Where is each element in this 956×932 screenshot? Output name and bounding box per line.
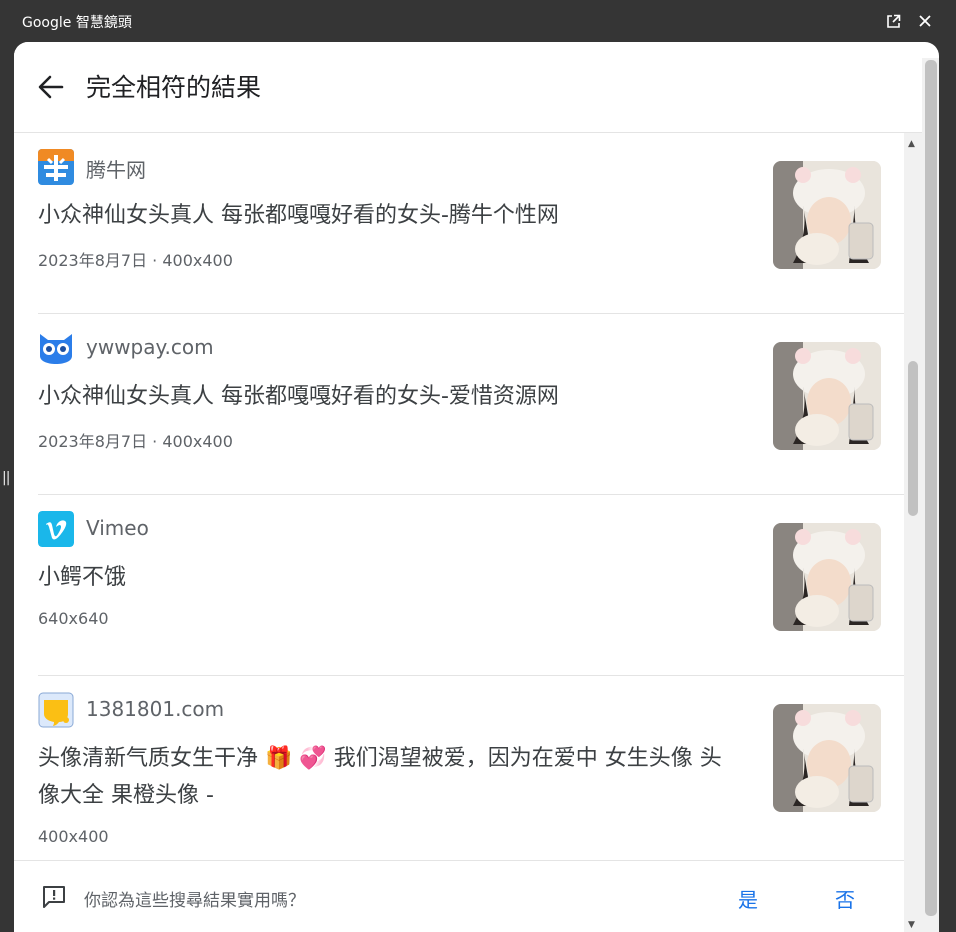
back-arrow-icon[interactable] (36, 72, 66, 102)
result-meta: 400x400 (38, 827, 109, 846)
result-thumbnail[interactable] (773, 523, 881, 631)
scroll-up-arrow-icon[interactable]: ▲ (908, 139, 915, 149)
result-meta: 2023年8月7日 · 400x400 (38, 432, 233, 451)
result-title[interactable]: 头像清新气质女生干净 🎁 💞 我们渴望被爱，因为在爱中 女生头像 头像大全 果橙… (38, 740, 738, 814)
result-item[interactable]: ywwpay.com 小众神仙女头真人 每张都嘎嘎好看的女头-爱惜资源网 202… (14, 314, 904, 495)
page-title: 完全相符的結果 (86, 73, 262, 102)
panel-scrollbar-thumb[interactable] (925, 60, 937, 916)
result-title[interactable]: 小众神仙女头真人 每张都嘎嘎好看的女头-爱惜资源网 (38, 378, 738, 415)
results-scrollbar[interactable]: ▲ ▼ (904, 133, 922, 932)
feedback-no-button[interactable]: 否 (835, 884, 855, 913)
feedback-question: 你認為這些搜尋結果實用嗎？ (84, 891, 305, 911)
result-site: 1381801.com (86, 697, 225, 721)
result-title[interactable]: 小鳄不饿 (38, 559, 738, 596)
tengniu-logo-icon (38, 149, 74, 185)
window-title: Google 智慧鏡頭 (22, 15, 132, 31)
feedback-icon (41, 884, 67, 910)
result-item[interactable]: 1381801.com 头像清新气质女生干净 🎁 💞 我们渴望被爱，因为在爱中 … (14, 676, 904, 857)
result-item[interactable]: Vimeo 小鳄不饿 640x640 (14, 495, 904, 676)
result-site: 腾牛网 (86, 158, 146, 182)
result-title[interactable]: 小众神仙女头真人 每张都嘎嘎好看的女头-腾牛个性网 (38, 197, 738, 234)
owl-logo-icon (38, 330, 74, 366)
result-thumbnail[interactable] (773, 704, 881, 812)
result-item[interactable]: 腾牛网 小众神仙女头真人 每张都嘎嘎好看的女头-腾牛个性网 2023年8月7日 … (14, 133, 904, 314)
title-bar: Google 智慧鏡頭 (0, 0, 956, 42)
result-site: Vimeo (86, 516, 149, 540)
results-list: 腾牛网 小众神仙女头真人 每张都嘎嘎好看的女头-腾牛个性网 2023年8月7日 … (14, 133, 904, 857)
close-icon[interactable] (915, 10, 935, 32)
result-thumbnail[interactable] (773, 342, 881, 450)
lens-panel: 完全相符的結果 腾牛网 小众神仙女头真人 每张都嘎嘎好看的女头-腾牛个性网 20… (14, 42, 939, 932)
yellow-bubble-logo-icon (38, 692, 74, 728)
feedback-yes-button[interactable]: 是 (738, 884, 758, 913)
result-site: ywwpay.com (86, 335, 214, 359)
panel-scrollbar[interactable] (922, 58, 939, 932)
resize-handle-icon[interactable]: || (2, 470, 11, 486)
panel-header: 完全相符的結果 (14, 42, 922, 133)
vimeo-logo-icon (38, 511, 74, 547)
scroll-down-arrow-icon[interactable]: ▼ (908, 920, 915, 930)
result-meta: 640x640 (38, 609, 109, 628)
open-in-new-tab-icon[interactable] (883, 10, 903, 32)
feedback-bar: 你認為這些搜尋結果實用嗎？ 是 否 (14, 860, 904, 932)
result-thumbnail[interactable] (773, 161, 881, 269)
result-meta: 2023年8月7日 · 400x400 (38, 251, 233, 270)
scrollbar-thumb[interactable] (908, 361, 918, 516)
